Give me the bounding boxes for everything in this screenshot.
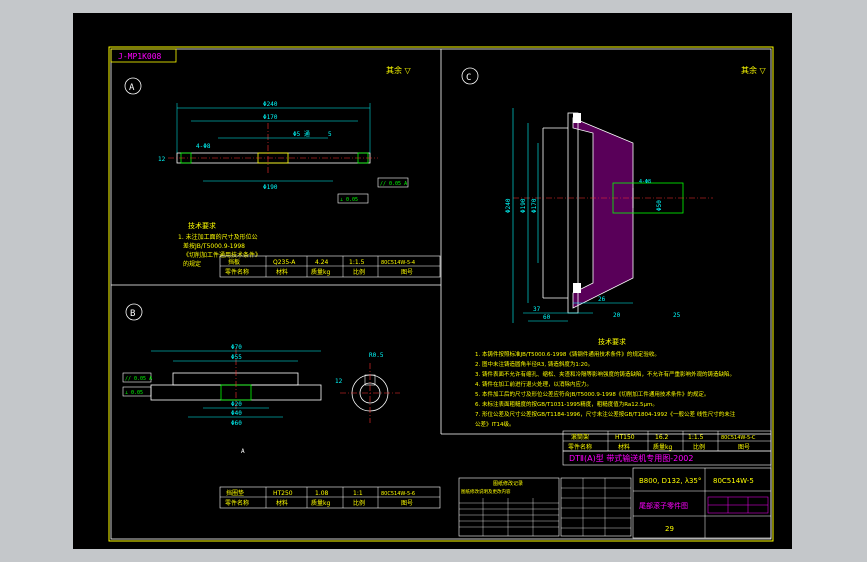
svg-text:6. 未标注表面粗糙度的按GB/T1031-1995精度，粗: 6. 未标注表面粗糙度的按GB/T1031-1995精度，粗糙度值为Ra12.5… (475, 400, 658, 408)
dim-c-37: 37 (533, 306, 541, 313)
svg-text:1. 未注加工面的尺寸及形位公: 1. 未注加工面的尺寸及形位公 (178, 233, 258, 241)
dim-b-70: Φ70 (231, 344, 242, 351)
svg-text:差按JB/T5000.9-1998: 差按JB/T5000.9-1998 (183, 242, 245, 250)
svg-text:挡板: 挡板 (228, 258, 240, 266)
drawing-viewport[interactable]: J-MP1K008 A 其余 ▽ Φ240 Φ170 Φ5 通 5 Φ190 4… (73, 13, 792, 549)
svg-text:比例: 比例 (693, 443, 705, 451)
svg-text:零件名称: 零件名称 (225, 268, 249, 276)
svg-text:材料: 材料 (618, 443, 630, 451)
svg-text:材料: 材料 (276, 268, 288, 276)
svg-text:零件名称: 零件名称 (568, 443, 592, 451)
dim-a-190: Φ190 (263, 184, 278, 191)
fcf-a-1: // 0.05 A (380, 181, 407, 187)
svg-text:5. 本件加工后的尺寸及形位公差应符合JB/T5000.9-: 5. 本件加工后的尺寸及形位公差应符合JB/T5000.9-1998《切削加工件… (475, 390, 709, 398)
svg-text:图纸修改记录: 图纸修改记录 (493, 480, 523, 487)
svg-text:滚筒架: 滚筒架 (571, 433, 589, 441)
svg-text:《切削加工件通用技术条件》: 《切削加工件通用技术条件》 (183, 251, 261, 259)
svg-text:比例: 比例 (353, 499, 365, 507)
dim-b-40: Φ40 (231, 410, 242, 417)
part-a-section (168, 103, 409, 204)
dim-c-20: 20 (613, 312, 621, 319)
svg-text:7. 形位公差及尺寸公差按GB/T1184-1996，尺寸未: 7. 形位公差及尺寸公差按GB/T1184-1996，尺寸未注公差按GB/T18… (475, 410, 736, 418)
dim-c-190: Φ190 (520, 198, 527, 213)
svg-text:的规定: 的规定 (183, 260, 201, 268)
svg-text:1:1.5: 1:1.5 (688, 434, 704, 441)
part-b-section (122, 348, 400, 423)
svg-text:3. 铸件表面不允许有缩孔、缩松、夹渣和冷隔等影响强度的铸造: 3. 铸件表面不允许有缩孔、缩松、夹渣和冷隔等影响强度的铸造缺陷，不允许有严重影… (475, 370, 735, 378)
svg-text:技术要求: 技术要求 (598, 337, 626, 346)
dim-b-r: R0.5 (369, 352, 384, 359)
svg-text:零件名称: 零件名称 (225, 499, 249, 507)
svg-text:1. 本铸件按照标准JB/T5000.6-1998《铸钢件通: 1. 本铸件按照标准JB/T5000.6-1998《铸钢件通用技术条件》的规定验… (475, 350, 660, 358)
svg-text:质量kg: 质量kg (311, 499, 330, 507)
svg-text:图号: 图号 (738, 444, 750, 451)
svg-text:挡圈垫: 挡圈垫 (226, 489, 244, 497)
svg-text:HT250: HT250 (273, 490, 293, 497)
dim-b-12: 12 (335, 378, 343, 385)
svg-text:80C514W-5-C: 80C514W-5-C (721, 435, 756, 441)
fcf-b-2: ⊥ 0.05 (125, 390, 143, 396)
svg-text:4.24: 4.24 (315, 259, 329, 266)
dim-c-60: 60 (543, 314, 551, 321)
svg-text:比例: 比例 (353, 268, 365, 276)
revision-table: 图纸修改记录 图纸修改说明及更改内容 (458, 477, 632, 537)
fcf-b-1: // 0.05 A (125, 376, 152, 382)
svg-text:Q235-A: Q235-A (273, 259, 296, 266)
dim-a-small: 5 (328, 131, 332, 138)
part-title: 尾部滚子零件图 (639, 501, 688, 510)
sheet-number: 29 (665, 525, 674, 533)
dim-a-thick: 12 (158, 156, 166, 163)
spec-text: B800, D132, λ35° (639, 477, 701, 485)
title-tag: J-MP1K008 (118, 52, 162, 61)
dim-a-240: Φ240 (263, 101, 278, 108)
svg-text:1.08: 1.08 (315, 490, 329, 497)
dim-a-holes: 4-Φ8 (196, 143, 211, 150)
main-title: DTⅡ(A)型 带式输送机专用图-2002 (569, 453, 694, 463)
cad-drawing: J-MP1K008 A 其余 ▽ Φ240 Φ170 Φ5 通 5 Φ190 4… (108, 46, 774, 542)
svg-text:2. 图中未注铸造圆角半径R3, 铸造斜度为1:20。: 2. 图中未注铸造圆角半径R3, 铸造斜度为1:20。 (475, 360, 593, 368)
dim-c-25: 25 (673, 312, 681, 319)
svg-text:16.2: 16.2 (655, 434, 669, 441)
title-block-b: 挡圈垫 HT250 1.08 1:1 80C514W-5-6 零件名称 材料 质… (219, 486, 441, 509)
svg-text:技术要求: 技术要求 (188, 221, 216, 230)
dim-c-240: Φ240 (505, 198, 512, 213)
dim-c-50: Φ50 (656, 200, 663, 211)
drawing-number: 80C514W-5 (713, 477, 754, 485)
svg-text:4. 铸件在加工前进行退火处理，以消除内应力。: 4. 铸件在加工前进行退火处理，以消除内应力。 (475, 380, 592, 388)
main-title-block: DTⅡ(A)型 带式输送机专用图-2002 B800, D132, λ35° 8… (562, 450, 772, 539)
svg-text:图纸修改说明及更改内容: 图纸修改说明及更改内容 (461, 488, 511, 495)
svg-text:1:1: 1:1 (353, 490, 363, 497)
svg-text:80C514W-5-6: 80C514W-5-6 (381, 491, 415, 497)
datum-b: A (241, 448, 245, 455)
svg-text:80C514W-5-4: 80C514W-5-4 (381, 260, 415, 266)
svg-text:图号: 图号 (401, 500, 413, 507)
svg-text:HT150: HT150 (615, 434, 635, 441)
dim-b-55: Φ55 (231, 354, 242, 361)
notes-a: 技术要求 1. 未注加工面的尺寸及形位公 差按JB/T5000.9-1998 《… (178, 221, 261, 268)
title-block-a: 挡板 Q235-A 4.24 1:1.5 80C514W-5-4 零件名称 材料… (219, 255, 441, 278)
svg-text:公差》IT14级。: 公差》IT14级。 (475, 420, 514, 428)
dim-c-holes: 4-Φ8 (639, 179, 651, 185)
part-c-section (512, 108, 713, 323)
dim-c-26: 26 (598, 296, 606, 303)
dim-a-5: Φ5 通 (293, 130, 310, 138)
notes-c: 技术要求 1. 本铸件按照标准JB/T5000.6-1998《铸钢件通用技术条件… (475, 337, 736, 428)
view-c-label: C (466, 73, 471, 83)
dim-b-20: Φ20 (231, 401, 242, 408)
svg-text:质量kg: 质量kg (653, 443, 672, 451)
fcf-a-2: ⊥ 0.05 (340, 197, 358, 203)
svg-text:质量kg: 质量kg (311, 268, 330, 276)
svg-text:材料: 材料 (276, 499, 288, 507)
dim-c-170: Φ170 (531, 198, 538, 213)
svg-text:图号: 图号 (401, 269, 413, 276)
view-b-label: B (130, 309, 135, 319)
roughness-a: 其余 ▽ (386, 65, 412, 75)
view-a-label: A (129, 83, 135, 93)
dim-b-60: Φ60 (231, 420, 242, 427)
dim-a-170: Φ170 (263, 114, 278, 121)
roughness-c: 其余 ▽ (741, 65, 767, 75)
svg-text:1:1.5: 1:1.5 (349, 259, 365, 266)
